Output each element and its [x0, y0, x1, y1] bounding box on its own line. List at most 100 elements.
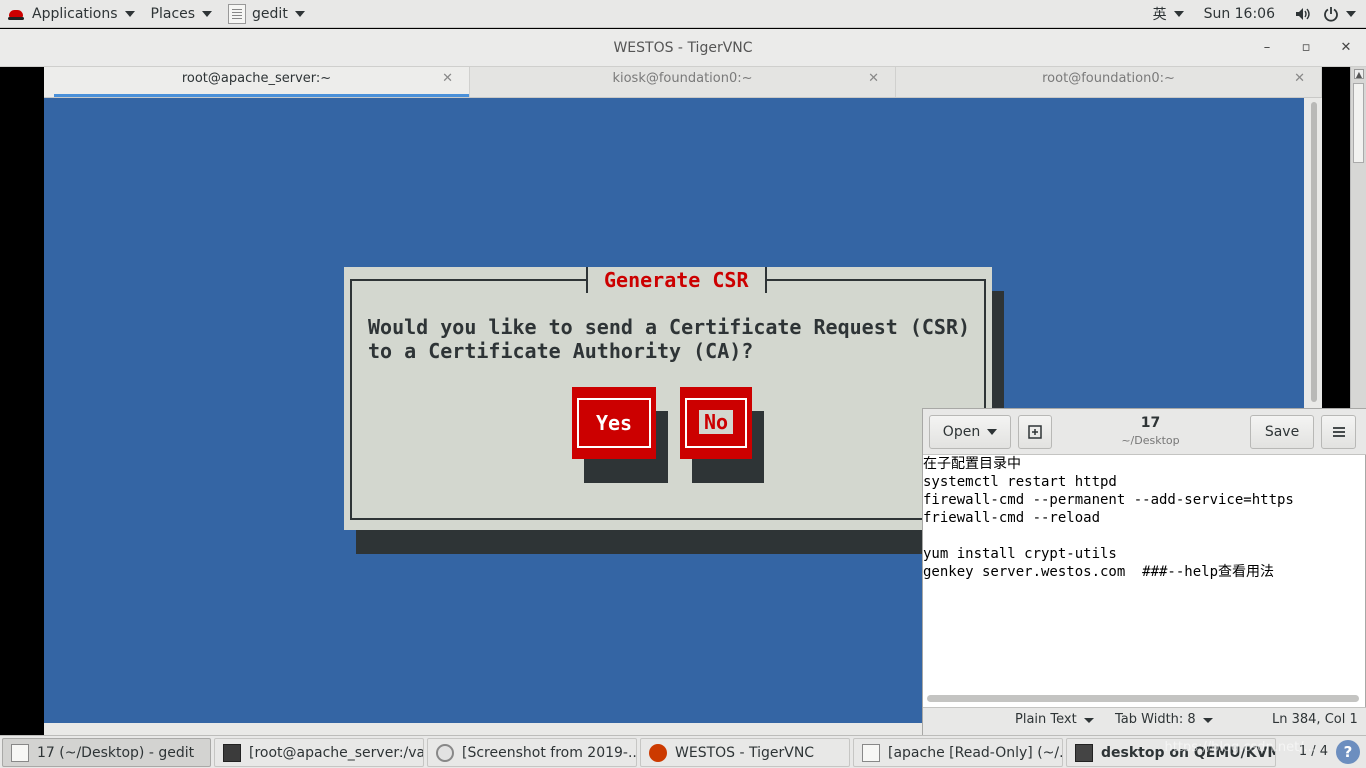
- tab-width-label: Tab Width: 8: [1115, 712, 1196, 727]
- screen: Applications Places gedit 英 Sun 16:06 WE…: [0, 0, 1366, 768]
- places-menu[interactable]: Places: [143, 0, 221, 28]
- task-screenshot[interactable]: [Screenshot from 2019-...: [427, 738, 637, 767]
- close-icon[interactable]: ✕: [1294, 67, 1305, 91]
- yes-button-label: Yes: [577, 398, 651, 448]
- dialog-message-line: to a Certificate Authority (CA)?: [368, 339, 754, 363]
- chevron-down-icon: [202, 10, 213, 17]
- app-menu[interactable]: gedit: [220, 0, 313, 28]
- volume-icon: [1296, 8, 1310, 20]
- gedit-headerbar: Open 17 ~/Desktop Save: [923, 409, 1366, 455]
- text-line: systemctl restart httpd: [923, 474, 1117, 490]
- minimize-button[interactable]: –: [1252, 29, 1282, 67]
- applications-menu[interactable]: Applications: [0, 0, 143, 28]
- close-icon[interactable]: ✕: [442, 67, 453, 91]
- text-line: firewall-cmd --permanent --add-service=h…: [923, 492, 1294, 508]
- task-apache-readonly[interactable]: [apache [Read-Only] (~/...: [853, 738, 1063, 767]
- new-document-icon: [1028, 425, 1042, 439]
- places-label: Places: [150, 5, 196, 22]
- menu-icon: [1332, 427, 1345, 437]
- chevron-down-icon: [1083, 717, 1094, 723]
- vnc-icon: [649, 743, 667, 762]
- chevron-down-icon: [1346, 11, 1356, 17]
- terminal-tabs: root@apache_server:~ ✕ kiosk@foundation0…: [44, 67, 1322, 98]
- no-button-label: No: [698, 410, 734, 434]
- cursor-position-label: Ln 384, Col 1: [1272, 712, 1358, 727]
- tab-root-foundation[interactable]: root@foundation0:~ ✕: [896, 67, 1322, 97]
- vnc-window-title: WESTOS - TigerVNC: [613, 40, 753, 56]
- input-method-menu[interactable]: 英: [1143, 4, 1194, 24]
- document-path: ~/Desktop: [1121, 434, 1180, 447]
- scrollbar-thumb[interactable]: [1353, 83, 1364, 163]
- dialog-message-line: Would you like to send a Certificate Req…: [368, 315, 971, 339]
- help-icon[interactable]: ?: [1336, 740, 1360, 764]
- dialog-title: Generate CSR: [586, 267, 767, 293]
- close-icon[interactable]: ✕: [868, 67, 879, 91]
- save-button-label: Save: [1264, 424, 1300, 440]
- dialog-shadow: [356, 530, 1004, 554]
- clock[interactable]: Sun 16:06: [1194, 6, 1285, 22]
- top-bar: Applications Places gedit 英 Sun 16:06: [0, 0, 1366, 28]
- chevron-down-icon: [1173, 11, 1184, 17]
- document-name: 17: [1140, 415, 1161, 431]
- clock-label: Sun 16:06: [1203, 6, 1275, 22]
- tab-label: root@apache_server:~: [181, 71, 332, 86]
- chevron-down-icon: [124, 10, 135, 17]
- document-title: 17 ~/Desktop: [1073, 415, 1228, 447]
- task-tigervnc[interactable]: WESTOS - TigerVNC: [640, 738, 850, 767]
- maximize-button[interactable]: ▫: [1291, 29, 1321, 67]
- new-tab-button[interactable]: [1018, 415, 1052, 449]
- taskbar: 17 (~/Desktop) - gedit [root@apache_serv…: [0, 735, 1366, 768]
- tab-label: root@foundation0:~: [1042, 71, 1175, 86]
- cursor-position: Ln 384, Col 1: [1272, 708, 1358, 732]
- redhat-icon: [8, 7, 24, 21]
- chevron-down-icon: [1202, 717, 1213, 723]
- chevron-down-icon: [987, 429, 998, 435]
- chevron-down-icon: [294, 10, 305, 17]
- hamburger-menu-button[interactable]: [1321, 415, 1356, 449]
- gedit-icon: [228, 3, 247, 24]
- task-label: [apache [Read-Only] (~/...: [888, 744, 1063, 761]
- task-label: [Screenshot from 2019-...: [462, 744, 637, 761]
- dialog-message: Would you like to send a Certificate Req…: [368, 315, 978, 363]
- terminal-icon: [223, 743, 241, 762]
- syntax-selector[interactable]: Plain Text: [1015, 708, 1094, 732]
- screenshot-icon: [436, 743, 454, 762]
- text-line: 在子配置目录中: [923, 456, 1021, 472]
- status-bar: Plain Text Tab Width: 8 Ln 384, Col 1: [923, 707, 1366, 735]
- no-button[interactable]: No: [680, 387, 752, 459]
- scrollbar-thumb[interactable]: [1311, 102, 1317, 402]
- task-terminal[interactable]: [root@apache_server:/var...: [214, 738, 424, 767]
- gedit-icon: [11, 743, 29, 762]
- applications-label: Applications: [32, 5, 118, 22]
- watermark: https://blog.csdn.net/...: [1164, 740, 1316, 755]
- tab-root-apache-server[interactable]: root@apache_server:~ ✕: [44, 67, 470, 97]
- scroll-up-icon[interactable]: ▲: [1354, 69, 1364, 79]
- text-editor[interactable]: 在子配置目录中 systemctl restart httpd firewall…: [923, 455, 1366, 695]
- system-menu[interactable]: [1285, 6, 1366, 22]
- tab-kiosk-foundation[interactable]: kiosk@foundation0:~ ✕: [470, 67, 896, 97]
- task-label: [root@apache_server:/var...: [249, 744, 424, 761]
- close-button[interactable]: ✕: [1331, 29, 1361, 67]
- horizontal-scrollbar[interactable]: [927, 695, 1359, 702]
- text-line: genkey server.westos.com ###--help查看用法: [923, 564, 1275, 580]
- app-menu-label: gedit: [252, 5, 288, 22]
- text-line: friewall-cmd --reload: [923, 510, 1101, 526]
- text-line: yum install crypt-utils: [923, 546, 1117, 562]
- generate-csr-dialog: Generate CSR Would you like to send a Ce…: [344, 267, 992, 530]
- tab-label: kiosk@foundation0:~: [612, 71, 753, 86]
- open-button-label: Open: [942, 424, 981, 440]
- gedit-window: Open 17 ~/Desktop Save 在子配置目录中 systemctl…: [922, 408, 1366, 735]
- input-method-label: 英: [1152, 7, 1167, 23]
- tab-width-selector[interactable]: Tab Width: 8: [1115, 708, 1213, 732]
- task-label: 17 (~/Desktop) - gedit: [37, 744, 195, 761]
- open-button[interactable]: Open: [929, 415, 1011, 449]
- task-gedit[interactable]: 17 (~/Desktop) - gedit: [2, 738, 211, 767]
- yes-button[interactable]: Yes: [572, 387, 656, 459]
- text-line: [923, 527, 1366, 545]
- power-icon: [1324, 7, 1338, 22]
- syntax-label: Plain Text: [1015, 712, 1077, 727]
- task-label: WESTOS - TigerVNC: [675, 744, 815, 761]
- save-button[interactable]: Save: [1250, 415, 1314, 449]
- gedit-icon: [862, 743, 880, 762]
- vnc-titlebar: WESTOS - TigerVNC – ▫ ✕: [0, 29, 1366, 67]
